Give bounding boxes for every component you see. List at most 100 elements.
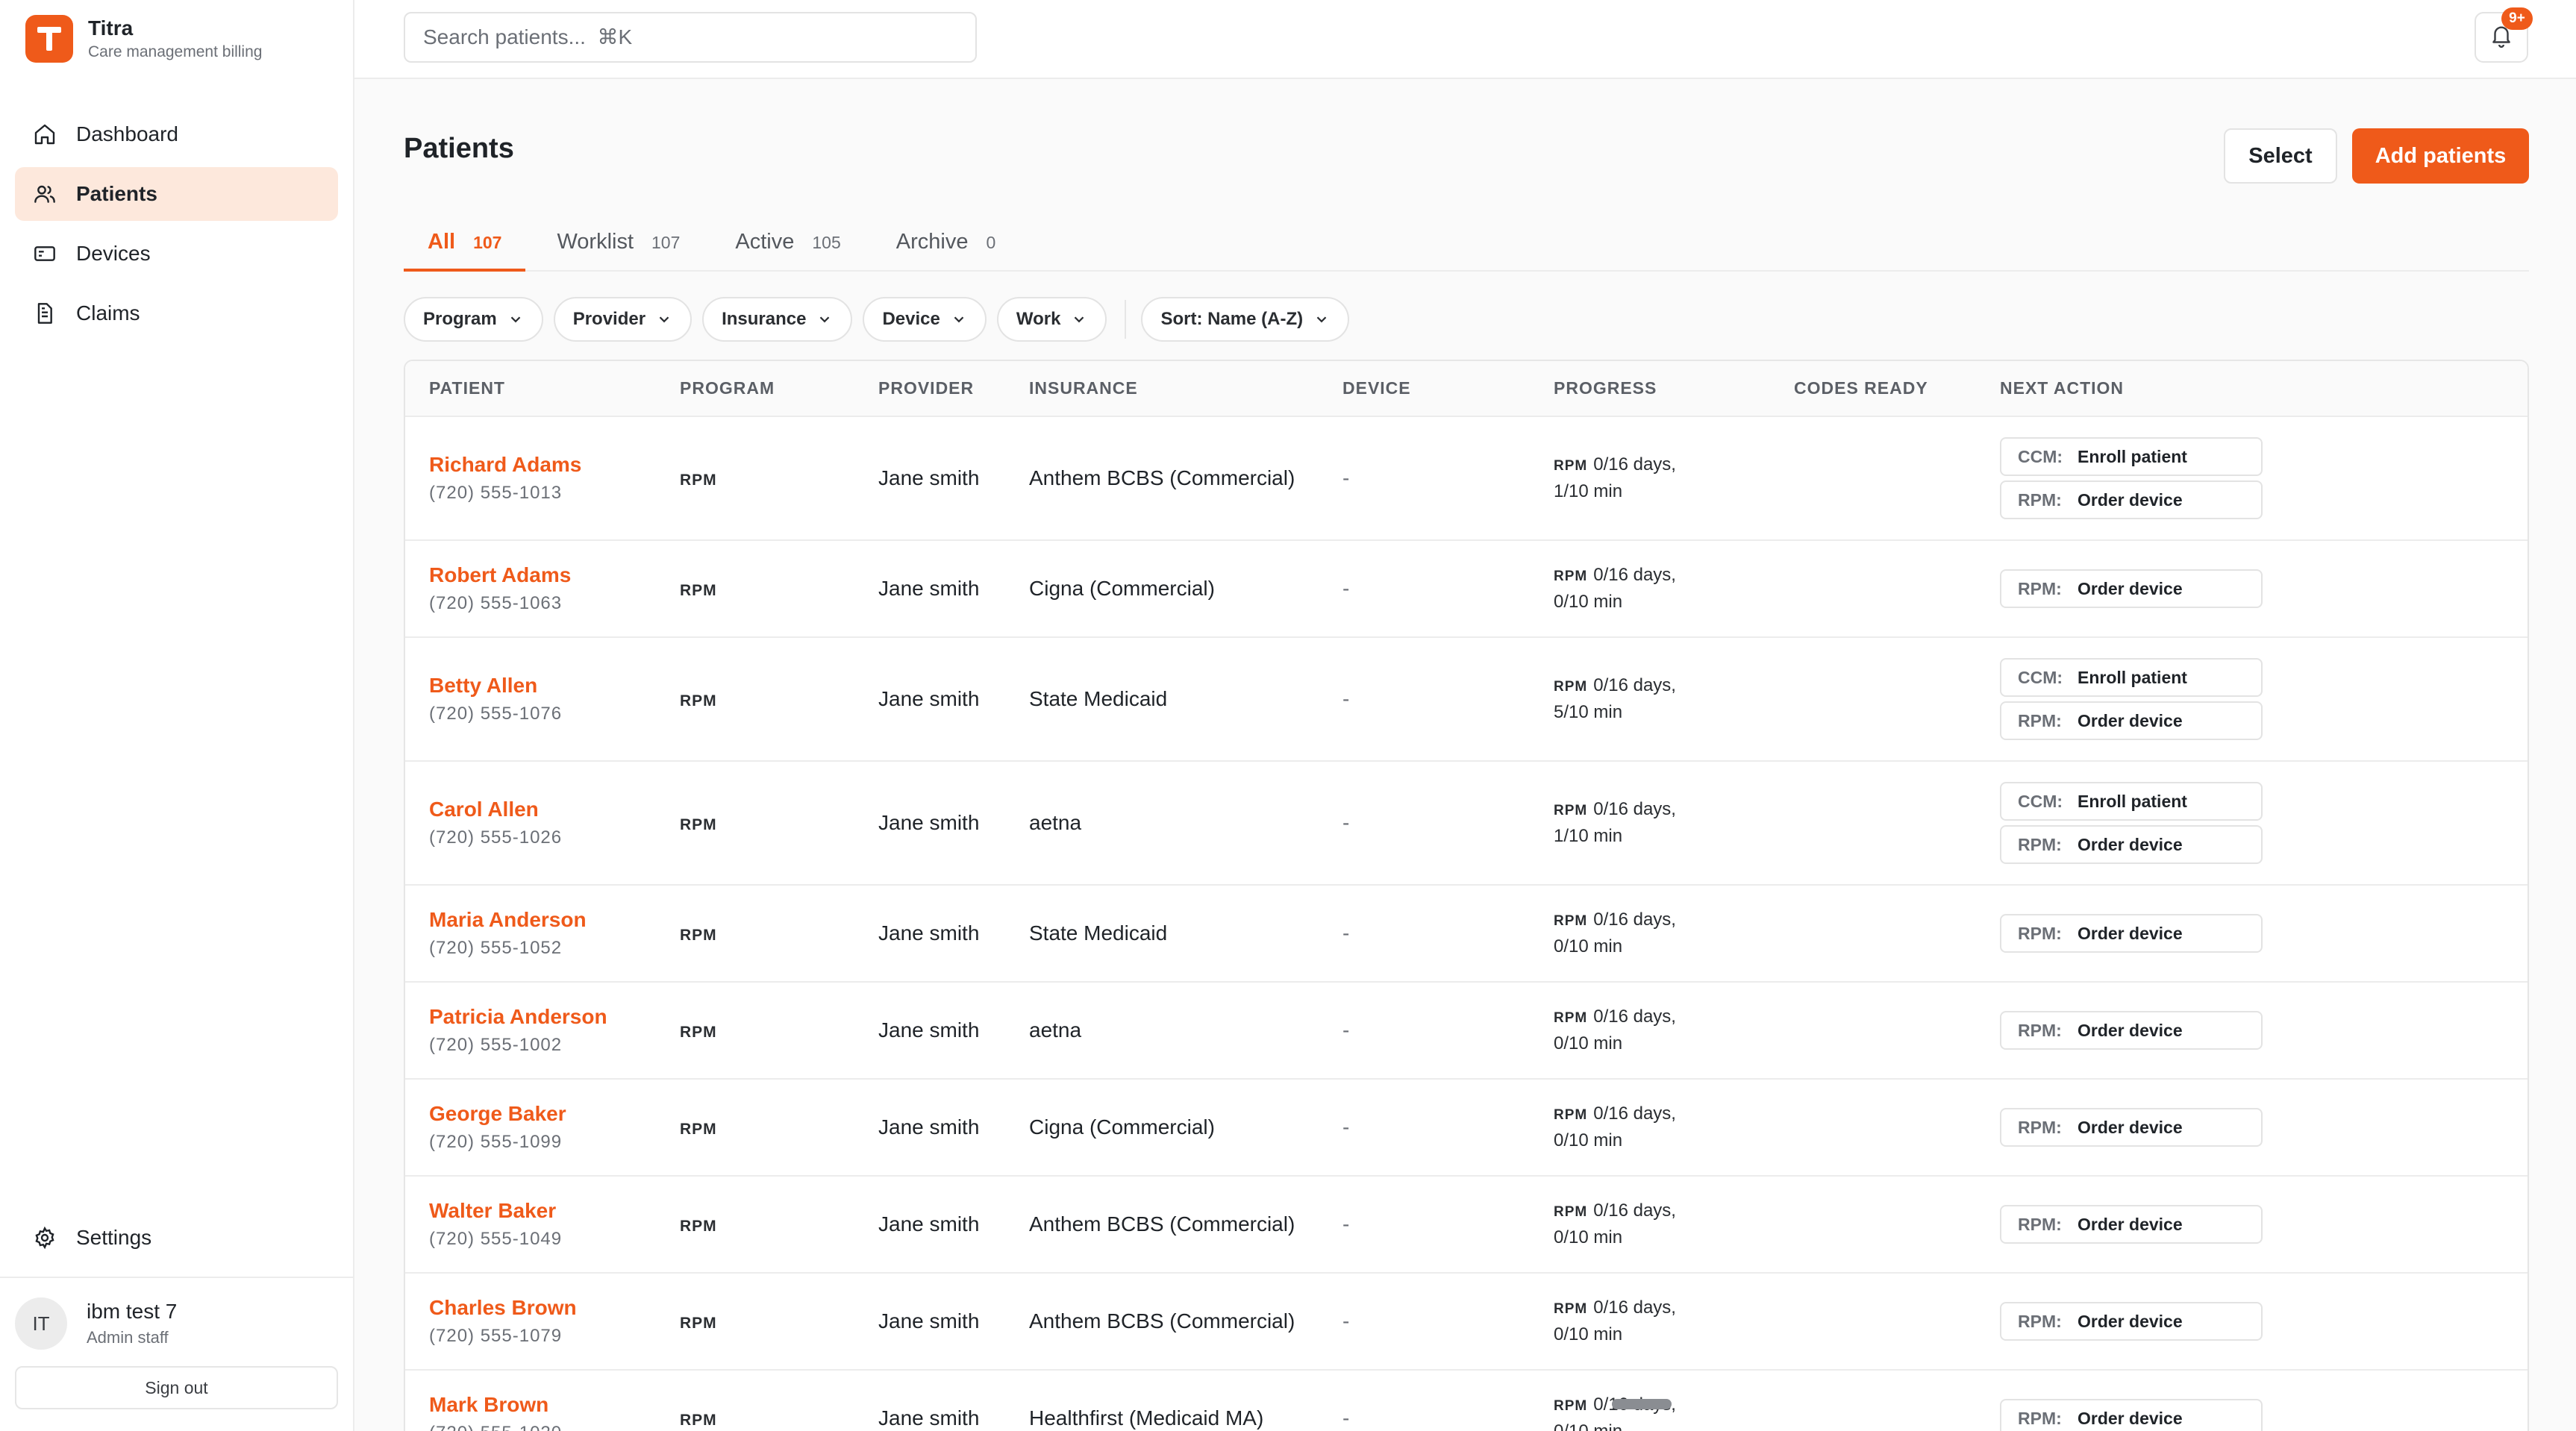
sidebar-item-settings[interactable]: Settings bbox=[15, 1211, 338, 1265]
progress-cell: RPM 0/16 days, 0/10 min bbox=[1530, 1176, 1770, 1274]
progress-days: 0/16 days, bbox=[1593, 909, 1676, 930]
tab-worklist[interactable]: Worklist 107 bbox=[533, 216, 704, 272]
filter-device[interactable]: Device bbox=[863, 297, 987, 342]
progress-days: 0/16 days, bbox=[1593, 1297, 1676, 1318]
column-header[interactable]: PROGRAM bbox=[656, 361, 854, 417]
device-cell: - bbox=[1319, 540, 1530, 638]
sidebar-item-devices[interactable]: Devices bbox=[15, 227, 338, 281]
next-action-button[interactable]: RPM: Order device bbox=[2000, 1011, 2263, 1050]
sidebar: Titra Care management billing Dashboard … bbox=[0, 0, 354, 1431]
next-action-button[interactable]: RPM: Order device bbox=[2000, 1205, 2263, 1244]
patient-name-link[interactable]: Betty Allen bbox=[429, 674, 656, 698]
next-action-button[interactable]: RPM: Order device bbox=[2000, 1108, 2263, 1147]
column-header[interactable]: CODES READY bbox=[1770, 361, 1976, 417]
column-header[interactable]: INSURANCE bbox=[1005, 361, 1319, 417]
search-input[interactable] bbox=[423, 25, 975, 49]
action-program: CCM: bbox=[2018, 791, 2063, 811]
notifications-button[interactable]: 9+ bbox=[2475, 7, 2533, 63]
patient-name-link[interactable]: Maria Anderson bbox=[429, 908, 656, 932]
sign-out-button[interactable]: Sign out bbox=[15, 1366, 338, 1409]
next-action-button[interactable]: RPM: Order device bbox=[2000, 1399, 2263, 1431]
table-row[interactable]: Patricia Anderson (720) 555-1002 RPM Jane s… bbox=[405, 982, 2527, 1080]
table-row[interactable]: Betty Allen (720) 555-1076 RPM Jane smith St… bbox=[405, 637, 2527, 762]
table-row[interactable]: Richard Adams (720) 555-1013 RPM Jane smith… bbox=[405, 416, 2527, 541]
next-action-button[interactable]: RPM: Order device bbox=[2000, 701, 2263, 740]
next-action-cell: RPM: Order device bbox=[1976, 540, 2527, 638]
action-label: Order device bbox=[2078, 578, 2183, 598]
column-header[interactable]: PROVIDER bbox=[854, 361, 1005, 417]
action-program: RPM: bbox=[2018, 1214, 2062, 1234]
progress-minutes: 0/10 min bbox=[1554, 1419, 1770, 1431]
column-header[interactable]: PROGRESS bbox=[1530, 361, 1770, 417]
progress-program: RPM bbox=[1554, 1204, 1588, 1220]
filter-program[interactable]: Program bbox=[404, 297, 543, 342]
table-row[interactable]: Robert Adams (720) 555-1063 RPM Jane smith C… bbox=[405, 540, 2527, 638]
scroll-handle[interactable] bbox=[1612, 1399, 1672, 1409]
program-badge: RPM bbox=[680, 1121, 717, 1138]
table-row[interactable]: Walter Baker (720) 555-1049 RPM Jane smith A… bbox=[405, 1176, 2527, 1274]
provider-cell: Jane smith bbox=[854, 885, 1005, 983]
progress-cell: RPM 0/16 days, 0/10 min bbox=[1530, 1273, 1770, 1371]
progress-minutes: 1/10 min bbox=[1554, 826, 1623, 846]
add-patients-button[interactable]: Add patients bbox=[2352, 128, 2529, 184]
filter-work[interactable]: Work bbox=[996, 297, 1107, 342]
progress-cell: RPM 0/16 days, 1/10 min bbox=[1530, 416, 1770, 541]
table-row[interactable]: George Baker (720) 555-1099 RPM Jane smith C… bbox=[405, 1079, 2527, 1177]
next-action-button[interactable]: CCM: Enroll patient bbox=[2000, 437, 2263, 476]
next-action-button[interactable]: RPM: Order device bbox=[2000, 914, 2263, 953]
next-action-button[interactable]: CCM: Enroll patient bbox=[2000, 782, 2263, 821]
tab-all[interactable]: All 107 bbox=[404, 216, 526, 272]
next-action-button[interactable]: RPM: Order device bbox=[2000, 569, 2263, 608]
patient-phone: (720) 555-1026 bbox=[429, 827, 563, 848]
tab-label: Active bbox=[735, 230, 795, 254]
patient-name-link[interactable]: George Baker bbox=[429, 1102, 656, 1126]
patient-name-link[interactable]: Robert Adams bbox=[429, 563, 656, 587]
column-header[interactable]: NEXT ACTION bbox=[1976, 361, 2527, 417]
sort-dropdown[interactable]: Sort: Name (A-Z) bbox=[1141, 297, 1350, 342]
table-row[interactable]: Maria Anderson (720) 555-1052 RPM Jane smit… bbox=[405, 885, 2527, 983]
action-label: Order device bbox=[2078, 1020, 2183, 1040]
patient-phone: (720) 555-1099 bbox=[429, 1132, 563, 1152]
action-label: Order device bbox=[2078, 1214, 2183, 1234]
progress-cell: RPM 0/16 days, 0/10 min bbox=[1530, 540, 1770, 638]
patient-name-link[interactable]: Richard Adams bbox=[429, 453, 656, 477]
column-header[interactable]: DEVICE bbox=[1319, 361, 1530, 417]
sidebar-item-dashboard[interactable]: Dashboard bbox=[15, 107, 338, 161]
column-header[interactable]: PATIENT bbox=[405, 361, 656, 417]
next-action-button[interactable]: CCM: Enroll patient bbox=[2000, 658, 2263, 697]
sidebar-item-claims[interactable]: Claims bbox=[15, 286, 338, 340]
next-action-button[interactable]: RPM: Order device bbox=[2000, 825, 2263, 864]
device-cell: - bbox=[1319, 416, 1530, 541]
patient-phone: (720) 555-1052 bbox=[429, 938, 563, 958]
program-cell: RPM bbox=[656, 1176, 854, 1274]
patient-name-link[interactable]: Charles Brown bbox=[429, 1296, 656, 1320]
patient-name-link[interactable]: Patricia Anderson bbox=[429, 1005, 656, 1029]
progress-cell: RPM 0/16 days, 0/10 min bbox=[1530, 885, 1770, 983]
tab-active[interactable]: Active 105 bbox=[711, 216, 864, 272]
sidebar-item-patients[interactable]: Patients bbox=[15, 167, 338, 221]
action-label: Enroll patient bbox=[2078, 446, 2187, 466]
patient-name-link[interactable]: Carol Allen bbox=[429, 798, 656, 821]
table-row[interactable]: Carol Allen (720) 555-1026 RPM Jane smith ae… bbox=[405, 761, 2527, 886]
patient-name-link[interactable]: Mark Brown bbox=[429, 1393, 656, 1417]
action-program: RPM: bbox=[2018, 834, 2062, 854]
filter-provider[interactable]: Provider bbox=[553, 297, 693, 342]
table-row[interactable]: Charles Brown (720) 555-1079 RPM Jane smith… bbox=[405, 1273, 2527, 1371]
search-box[interactable] bbox=[404, 12, 977, 63]
tab-archive[interactable]: Archive 0 bbox=[872, 216, 1020, 272]
insurance-cell: aetna bbox=[1005, 982, 1319, 1080]
filter-insurance[interactable]: Insurance bbox=[702, 297, 853, 342]
action-program: RPM: bbox=[2018, 1020, 2062, 1040]
program-cell: RPM bbox=[656, 1370, 854, 1431]
table-row[interactable]: Mark Brown (720) 555-1020 RPM Jane smithHea… bbox=[405, 1370, 2527, 1431]
progress-program: RPM bbox=[1554, 569, 1588, 584]
progress-program: RPM bbox=[1554, 1398, 1588, 1414]
notification-badge: 9+ bbox=[2501, 7, 2533, 30]
patient-tabs: All 107 Worklist 107 Active 105 Archive … bbox=[404, 216, 2529, 272]
insurance-cell: State Medicaid bbox=[1005, 637, 1319, 762]
next-action-button[interactable]: RPM: Order device bbox=[2000, 1302, 2263, 1341]
patient-name-link[interactable]: Walter Baker bbox=[429, 1199, 656, 1223]
next-action-button[interactable]: RPM: Order device bbox=[2000, 480, 2263, 519]
tab-count: 105 bbox=[812, 233, 841, 252]
select-button[interactable]: Select bbox=[2224, 128, 2337, 184]
